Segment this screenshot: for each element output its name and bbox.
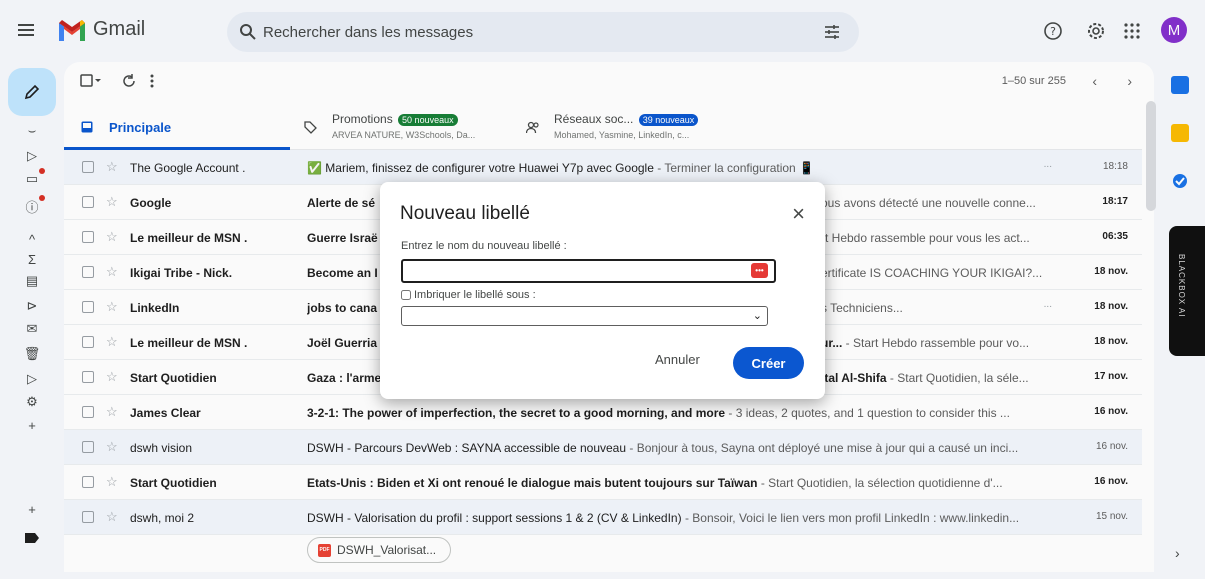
close-icon[interactable]: ×	[792, 201, 805, 227]
cancel-button[interactable]: Annuler	[655, 352, 700, 367]
create-button[interactable]: Créer	[733, 347, 804, 379]
label-name-caption: Entrez le nom du nouveau libellé :	[401, 240, 567, 252]
new-label-dialog: Nouveau libellé × Entrez le nom du nouve…	[380, 182, 825, 399]
nest-label-caption: Imbriquer le libellé sous :	[414, 289, 536, 301]
dialog-title: Nouveau libellé	[400, 203, 530, 224]
nest-label-checkbox-row[interactable]: Imbriquer le libellé sous :	[401, 289, 536, 301]
parent-label-select[interactable]: ⌄	[401, 306, 768, 326]
nest-label-checkbox[interactable]	[401, 290, 411, 300]
label-name-input[interactable]	[401, 259, 776, 283]
chevron-down-icon: ⌄	[752, 310, 762, 322]
password-manager-icon[interactable]: •••	[751, 263, 768, 278]
